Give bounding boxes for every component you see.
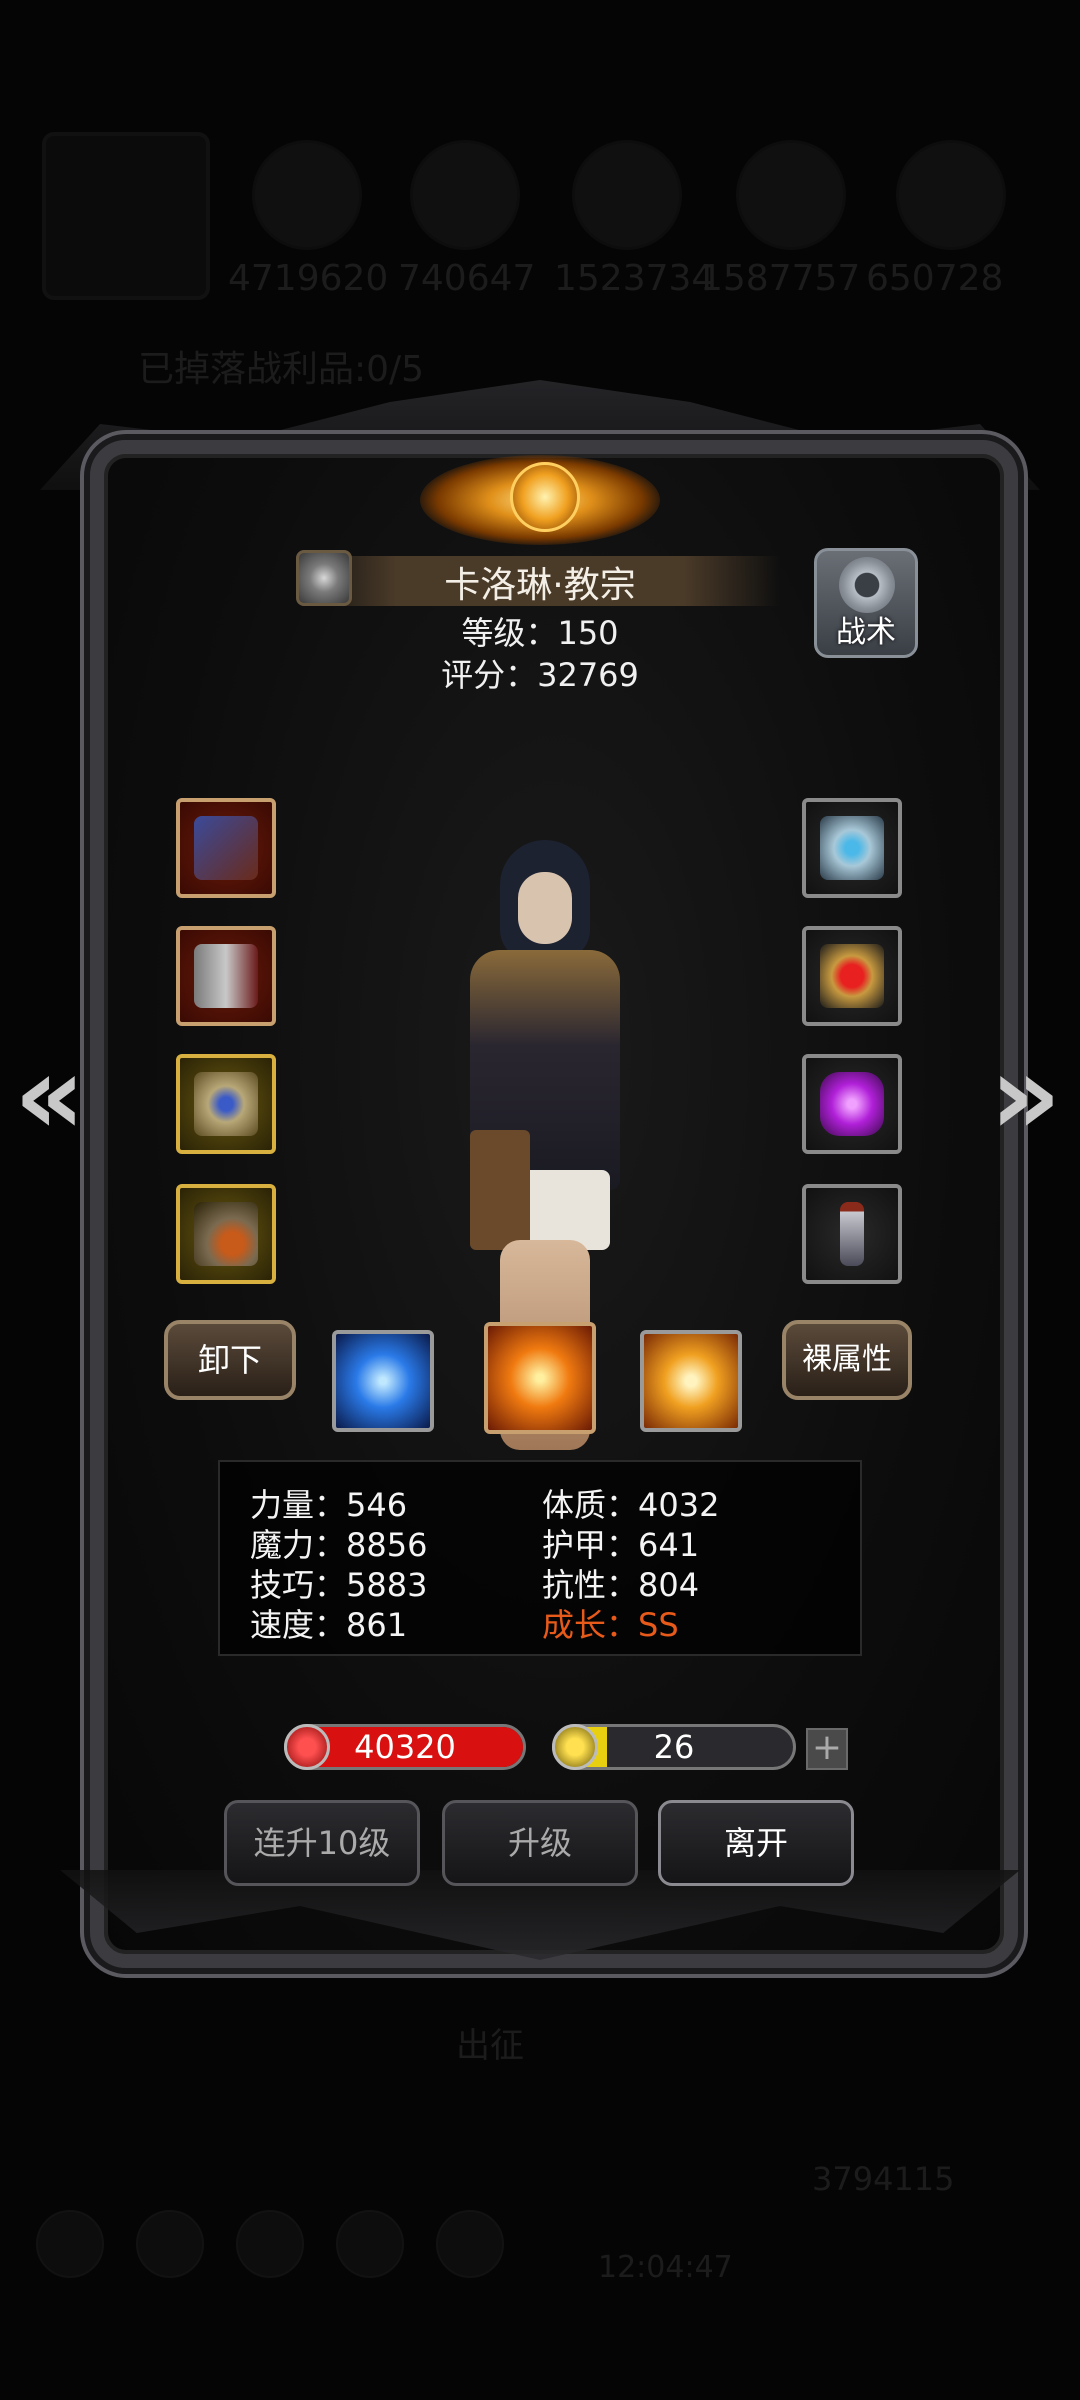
level-up-button[interactable]: 升级 — [442, 1800, 638, 1886]
gear-icon — [839, 557, 895, 613]
naked-attributes-button[interactable]: 裸属性 — [782, 1320, 912, 1400]
stats-box: 力量：546 魔力：8856 技巧：5883 速度：861 体质：4032 护甲… — [218, 1460, 862, 1656]
sun-emblem-icon — [510, 462, 580, 532]
equip-slot-weapon[interactable] — [176, 798, 276, 898]
unequip-button[interactable]: 卸下 — [164, 1320, 296, 1400]
tactics-label: 战术 — [836, 615, 896, 650]
add-energy-button[interactable]: + — [806, 1728, 848, 1770]
armor-icon — [194, 944, 258, 1008]
lightning-skill-icon[interactable] — [332, 1330, 434, 1432]
heart-icon — [284, 1724, 330, 1770]
lightning-icon — [552, 1724, 598, 1770]
tactics-button[interactable]: 战术 — [814, 548, 918, 658]
crown-icon — [194, 1072, 258, 1136]
level-up-10-button[interactable]: 连升10级 — [224, 1800, 420, 1886]
equip-slot-bracelet[interactable] — [802, 798, 902, 898]
orb-amulet-icon — [194, 1202, 258, 1266]
equip-slot-armor[interactable] — [176, 926, 276, 1026]
hero-score: 评分：32769 — [441, 656, 639, 694]
bracelet-icon — [820, 816, 884, 880]
equip-slot-necklace[interactable] — [176, 1184, 276, 1284]
holy-burst-skill-icon[interactable] — [484, 1322, 596, 1434]
equip-slot-amulet[interactable] — [802, 926, 902, 1026]
hero-name: 卡洛琳·教宗 — [444, 565, 636, 606]
leave-button[interactable]: 离开 — [658, 1800, 854, 1886]
equip-slot-gem[interactable] — [802, 1054, 902, 1154]
equip-slot-helmet[interactable] — [176, 1054, 276, 1154]
holy-shield-skill-icon[interactable] — [640, 1330, 742, 1432]
hero-level: 等级：150 — [461, 614, 619, 652]
stat-speed: 速度：861 — [250, 1606, 408, 1644]
ruby-amulet-icon — [820, 944, 884, 1008]
equip-slot-consumable[interactable] — [802, 1184, 902, 1284]
potion-bottle-icon — [840, 1202, 864, 1266]
prev-hero-arrow-icon[interactable]: « — [14, 1040, 85, 1150]
next-hero-arrow-icon[interactable]: » — [990, 1040, 1061, 1150]
staff-icon — [194, 816, 258, 880]
purple-gem-icon — [820, 1072, 884, 1136]
stat-growth: 成长：SS — [542, 1606, 679, 1644]
